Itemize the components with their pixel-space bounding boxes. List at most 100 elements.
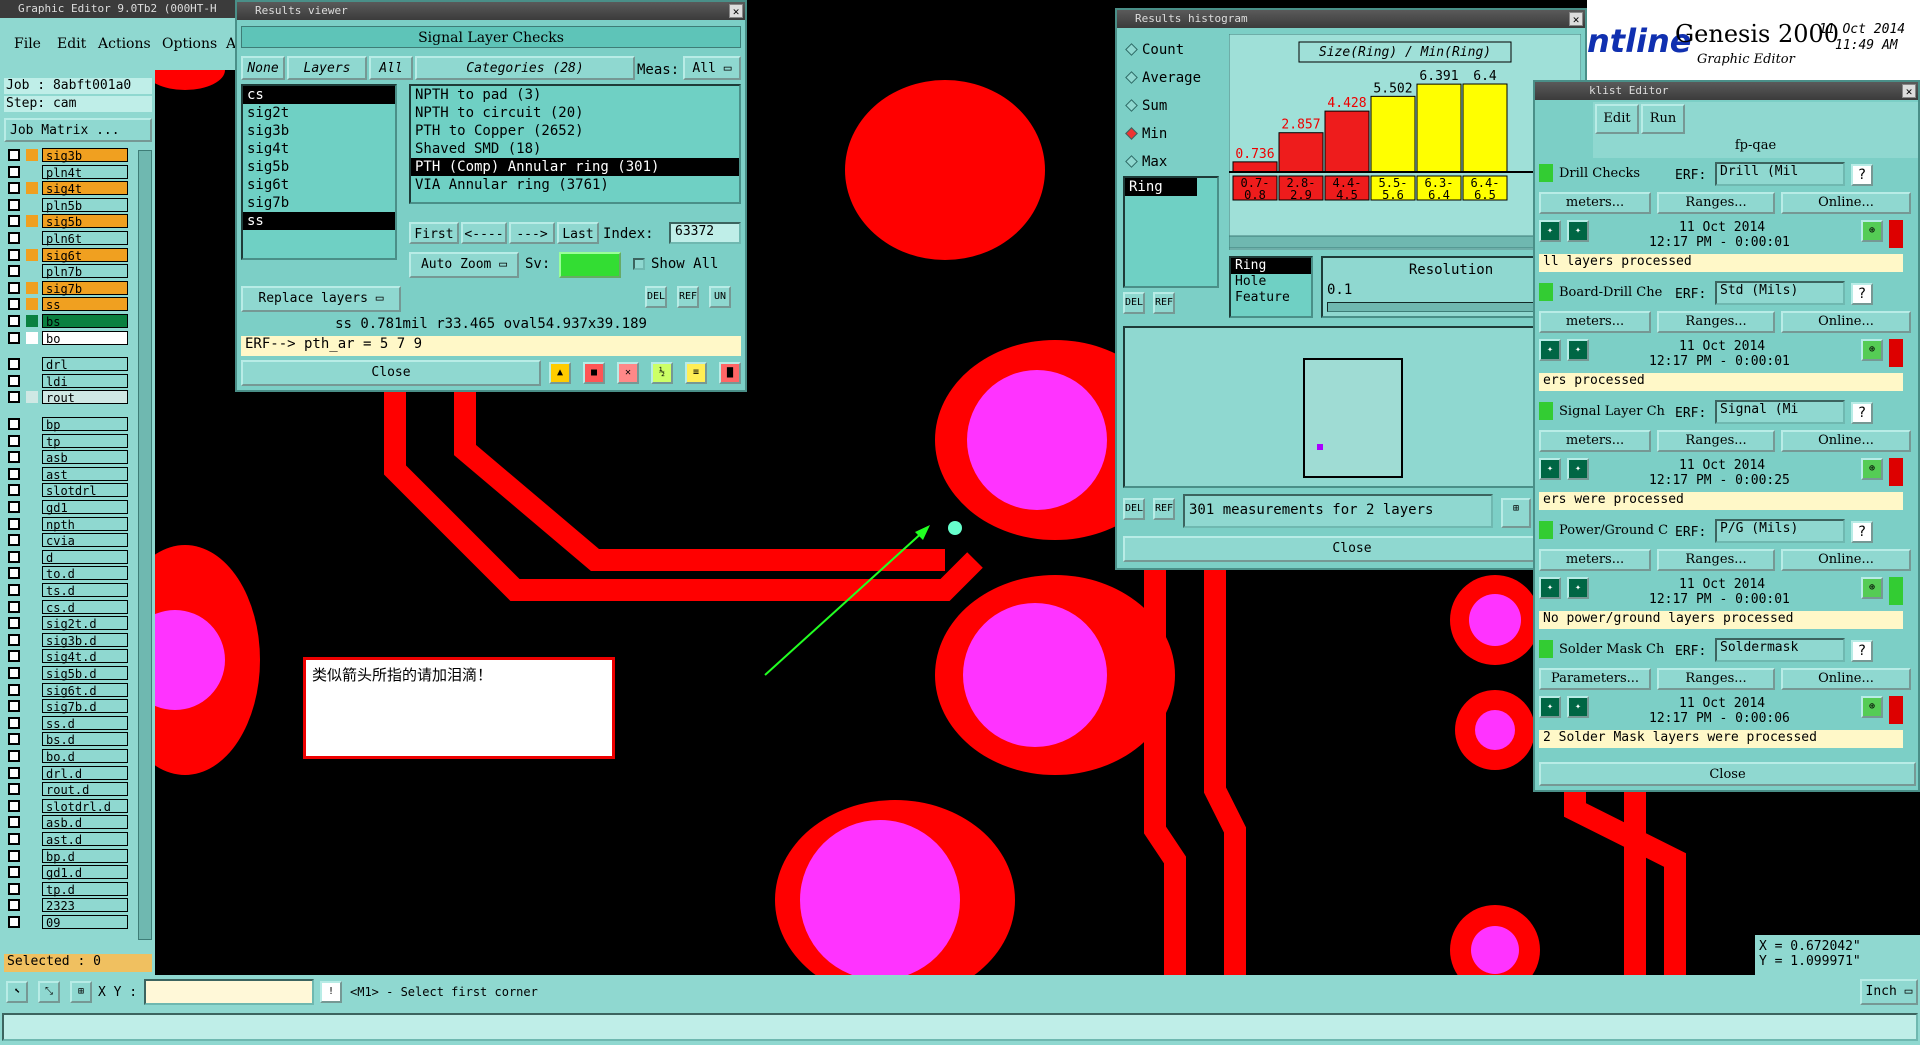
parameters-button[interactable]: meters... <box>1539 192 1651 214</box>
layer-list-item[interactable]: sig7b <box>243 194 395 212</box>
histogram-bar[interactable] <box>1462 83 1508 173</box>
layer-row[interactable]: 09 <box>6 915 128 930</box>
layer-checkbox[interactable] <box>8 733 20 746</box>
layer-row[interactable]: sig6t.d <box>6 682 128 698</box>
erf-field[interactable]: Std (Mils) <box>1715 281 1845 305</box>
checklist-close-button[interactable]: Close <box>1539 762 1916 786</box>
checklist-menu-run[interactable]: Run <box>1641 104 1685 134</box>
layer-checkbox[interactable] <box>8 650 20 663</box>
tool-icon-4[interactable]: ½ <box>651 362 673 384</box>
zoom-icon[interactable]: ⊕ <box>1861 220 1883 242</box>
layer-name[interactable]: gd1 <box>42 500 128 515</box>
layer-checkbox[interactable] <box>8 451 20 464</box>
layer-row[interactable]: bp <box>6 417 128 432</box>
layer-name[interactable]: to.d <box>42 566 128 581</box>
layer-name[interactable]: sig5b.d <box>42 666 128 681</box>
layer-checkbox[interactable] <box>8 849 20 862</box>
layer-checkbox[interactable] <box>8 783 20 796</box>
online-button[interactable]: Online... <box>1781 192 1911 214</box>
online-button[interactable]: Online... <box>1781 549 1911 571</box>
layer-checkbox[interactable] <box>8 667 20 679</box>
layer-row[interactable]: sig3b.d <box>6 632 128 648</box>
layer-name[interactable]: sig6t <box>42 247 128 263</box>
layer-row[interactable]: slotdrl.d <box>6 798 128 814</box>
layer-list-item[interactable]: sig2t <box>243 104 395 122</box>
none-button[interactable]: None <box>241 56 285 80</box>
menu-actions[interactable]: Actions <box>98 36 151 52</box>
option-radio[interactable]: Max <box>1125 154 1167 170</box>
layer-name[interactable]: npth <box>42 516 128 532</box>
online-button[interactable]: Online... <box>1781 668 1911 690</box>
close-icon[interactable]: ✕ <box>1902 84 1916 98</box>
layer-row[interactable]: d <box>6 549 128 565</box>
layer-checkbox[interactable] <box>8 331 20 344</box>
layer-checkbox[interactable] <box>8 501 20 513</box>
layer-name[interactable]: slotdrl.d <box>42 798 128 814</box>
layer-name[interactable]: bo <box>42 330 128 346</box>
layer-checkbox[interactable] <box>8 149 20 161</box>
layer-checkbox[interactable] <box>8 683 20 696</box>
layer-row[interactable]: ast.d <box>6 832 128 847</box>
layer-name[interactable]: asb <box>42 450 128 465</box>
zoom-icon[interactable]: ⊕ <box>1861 458 1883 480</box>
ranges-button[interactable]: Ranges... <box>1657 549 1775 571</box>
info-icon[interactable]: ! <box>320 981 342 1003</box>
help-icon[interactable]: ? <box>1851 283 1873 305</box>
layer-row[interactable]: sig7b <box>6 280 128 296</box>
tool-icon-3[interactable]: ✕ <box>617 362 639 384</box>
type-list-item[interactable]: Ring <box>1231 258 1311 274</box>
layer-list-item[interactable]: ss <box>243 212 395 230</box>
tool-icon-5[interactable]: ≡ <box>685 362 707 384</box>
check-name[interactable]: Drill Checks <box>1559 166 1669 181</box>
menu-file[interactable]: File <box>14 36 41 52</box>
histogram-icon[interactable]: ▇ <box>719 362 741 384</box>
results-close-button[interactable]: Close <box>241 360 541 386</box>
layer-name[interactable]: d <box>42 549 128 565</box>
layer-row[interactable]: to.d <box>6 566 128 581</box>
option-radio[interactable]: Average <box>1125 70 1201 86</box>
layer-checkbox[interactable] <box>8 418 20 430</box>
histogram-bar[interactable] <box>1370 95 1416 173</box>
layer-name[interactable]: ast <box>42 466 128 482</box>
layer-row[interactable]: drl <box>6 357 128 372</box>
replace-layers-select[interactable]: Replace layers ▭ <box>241 286 401 312</box>
layer-row[interactable]: pln6t <box>6 231 128 246</box>
parameters-button[interactable]: Parameters... <box>1539 668 1651 690</box>
layer-checkbox[interactable] <box>8 391 20 404</box>
erf-field[interactable]: Drill (Mil <box>1715 162 1845 186</box>
ref-icon[interactable]: REF <box>677 286 699 308</box>
category-list-item[interactable]: NPTH to circuit (20) <box>411 104 739 122</box>
ring-list[interactable]: Ring <box>1123 176 1219 288</box>
option-radio[interactable]: Sum <box>1125 98 1167 114</box>
run-icon[interactable]: ✦ <box>1539 577 1561 599</box>
layer-row[interactable]: pln4t <box>6 164 128 180</box>
layer-checkbox[interactable] <box>8 182 20 195</box>
layer-name[interactable]: sig6t.d <box>42 682 128 698</box>
category-list-item[interactable]: NPTH to pad (3) <box>411 86 739 104</box>
layer-checkbox[interactable] <box>8 232 20 244</box>
check-name[interactable]: Solder Mask Ch <box>1559 642 1669 657</box>
sv-color-select[interactable] <box>559 252 621 278</box>
layer-scrollbar[interactable] <box>138 150 152 940</box>
layer-name[interactable]: drl <box>42 357 128 372</box>
delete-icon[interactable]: DEL <box>1123 292 1145 314</box>
menu-options[interactable]: Options <box>162 36 217 52</box>
ranges-button[interactable]: Ranges... <box>1657 430 1775 452</box>
layer-row[interactable]: tp <box>6 433 128 449</box>
run-all-icon[interactable]: ✦ <box>1567 339 1589 361</box>
layer-checkbox[interactable] <box>8 600 20 613</box>
layer-name[interactable]: sig4t <box>42 181 128 196</box>
delete-icon[interactable]: DEL <box>645 286 667 308</box>
layer-row[interactable]: bo.d <box>6 749 128 764</box>
online-button[interactable]: Online... <box>1781 311 1911 333</box>
help-icon[interactable]: ? <box>1851 521 1873 543</box>
erf-field[interactable]: P/G (Mils) <box>1715 519 1845 543</box>
show-all-checkbox[interactable] <box>633 258 645 270</box>
layer-name[interactable]: sig4t.d <box>42 649 128 664</box>
layer-name[interactable]: 09 <box>42 915 128 930</box>
help-icon[interactable]: ? <box>1851 164 1873 186</box>
ref-icon[interactable]: REF <box>1153 292 1175 314</box>
layer-name[interactable]: sig7b.d <box>42 699 128 714</box>
help-icon[interactable]: ? <box>1851 402 1873 424</box>
layer-checkbox[interactable] <box>8 165 20 178</box>
